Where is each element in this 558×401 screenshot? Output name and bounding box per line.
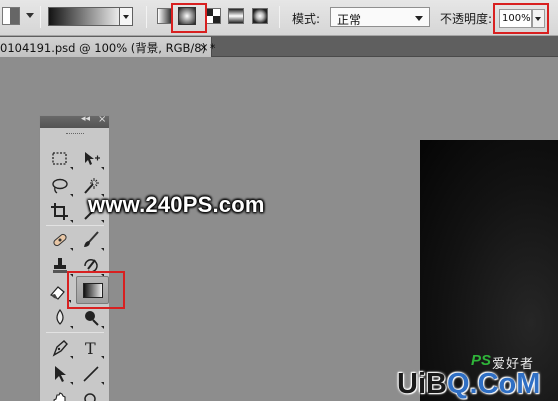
path-selection-icon[interactable] — [50, 364, 70, 384]
gradient-picker[interactable] — [48, 7, 120, 26]
panel-grip[interactable] — [66, 133, 84, 135]
hand-icon[interactable] — [50, 390, 70, 401]
blur-icon[interactable] — [50, 308, 70, 328]
eraser-icon[interactable] — [48, 282, 68, 302]
collapse-icon[interactable]: ◂◂ — [81, 114, 90, 124]
gradient-picker-dropdown[interactable] — [119, 7, 133, 26]
divider — [146, 6, 147, 28]
pen-icon[interactable] — [50, 338, 70, 358]
divider — [279, 6, 280, 28]
lasso-icon[interactable] — [50, 176, 70, 196]
chevron-down-icon[interactable] — [26, 13, 34, 18]
close-icon[interactable]: × — [199, 40, 209, 54]
tools-panel-header[interactable]: ◂◂ × — [40, 114, 109, 128]
divider — [46, 225, 104, 226]
mode-select[interactable]: 正常 — [330, 7, 430, 27]
watermark-uibq: UiBQ.CoM — [397, 368, 540, 401]
watermark-uibq-prefix: UiB — [397, 368, 447, 400]
svg-text:T: T — [85, 339, 96, 358]
line-icon[interactable] — [81, 364, 101, 384]
zoom-icon[interactable] — [81, 390, 101, 401]
angle-gradient-button[interactable] — [205, 8, 221, 24]
type-icon[interactable]: T — [81, 338, 101, 358]
mode-value: 正常 — [337, 13, 362, 27]
close-icon[interactable]: × — [98, 114, 106, 125]
crop-icon[interactable] — [50, 202, 70, 222]
highlight-gradient-tool — [67, 271, 125, 309]
mode-label: 模式: — [292, 12, 321, 26]
tools-panel: ◂◂ × T — [39, 114, 125, 401]
diamond-gradient-button[interactable] — [252, 8, 268, 24]
move-icon[interactable] — [81, 149, 101, 169]
document-tab[interactable]: 0104191.psd @ 100% (背景, RGB/8) * × — [0, 37, 216, 57]
document-tab-bar: 0104191.psd @ 100% (背景, RGB/8) * × — [0, 36, 558, 57]
watermark-uibq-suffix: Q.CoM — [446, 368, 541, 400]
dodge-icon[interactable] — [81, 308, 101, 328]
watermark-ps: PS — [471, 352, 492, 369]
divider — [40, 6, 41, 28]
highlight-radial-gradient — [171, 3, 207, 33]
tool-preset-picker[interactable] — [2, 7, 20, 25]
highlight-opacity — [493, 3, 549, 34]
watermark-main: www.240PS.com — [88, 192, 265, 217]
reflected-gradient-button[interactable] — [228, 8, 244, 24]
divider — [46, 332, 104, 333]
options-bar: 模式: 正常 不透明度: 100% — [0, 0, 558, 36]
opacity-label: 不透明度: — [440, 12, 493, 26]
healing-brush-icon[interactable] — [50, 230, 70, 250]
brush-icon[interactable] — [81, 230, 101, 250]
rectangular-marquee-icon[interactable] — [50, 149, 70, 169]
document-tab-title: 0104191.psd @ 100% (背景, RGB/8) * — [0, 41, 216, 55]
